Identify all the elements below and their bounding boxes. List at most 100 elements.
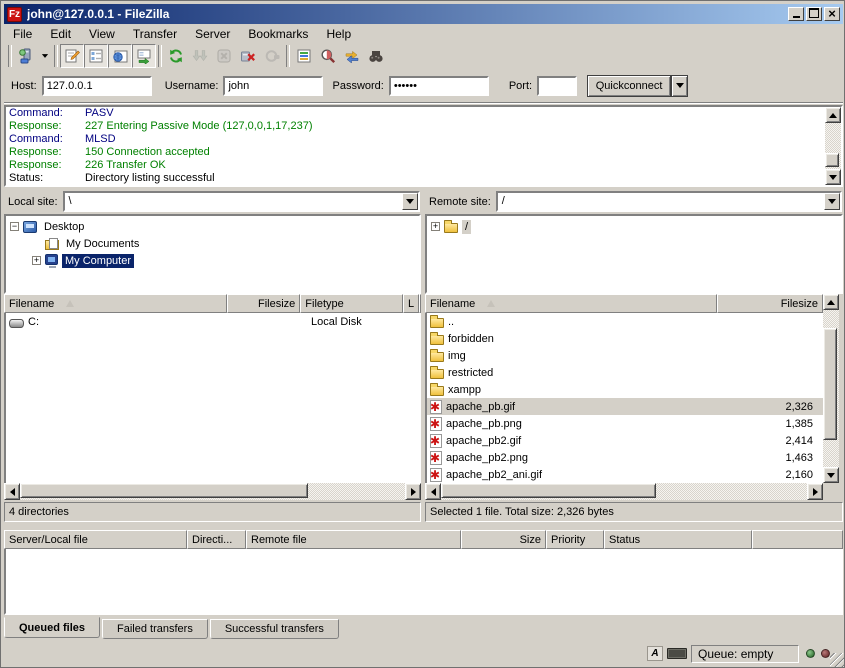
queue-tab[interactable]: Queued files [4, 617, 100, 638]
local-list-header: Filename Filesize Filetype L [4, 294, 421, 313]
cancel-operation-button[interactable] [212, 44, 236, 68]
port-input[interactable] [537, 76, 577, 96]
file-row[interactable]: forbidden [427, 330, 823, 347]
toggle-transfer-queue-button[interactable] [132, 44, 156, 68]
tree-item-root[interactable]: + / [431, 218, 841, 235]
column-header[interactable]: L [403, 294, 419, 313]
scroll-left-button[interactable] [4, 483, 20, 500]
file-row[interactable]: apache_pb2.png 1,463 [427, 449, 823, 466]
scroll-down-button[interactable] [823, 467, 839, 483]
find-files-button[interactable] [364, 44, 388, 68]
log-line: Response: 227 Entering Passive Mode (127… [6, 120, 823, 133]
reconnect-button[interactable] [260, 44, 284, 68]
scroll-up-button[interactable] [823, 294, 839, 310]
find-files-icon [368, 48, 384, 64]
site-manager-button[interactable] [14, 44, 38, 68]
column-header[interactable]: Server/Local file [4, 530, 187, 549]
column-header[interactable]: Directi... [187, 530, 246, 549]
remote-list-hscrollbar[interactable] [425, 483, 823, 500]
tree-expand-icon[interactable]: + [32, 256, 41, 265]
tree-item-my-computer[interactable]: + My Computer [10, 252, 419, 269]
menu-item[interactable]: Transfer [124, 25, 186, 43]
file-row[interactable]: apache_pb2_ani.gif 2,160 [427, 466, 823, 483]
column-header[interactable]: Size [461, 530, 546, 549]
toggle-remote-tree-button[interactable] [108, 44, 132, 68]
tree-item-desktop[interactable]: − Desktop [10, 218, 419, 235]
data-type-indicator-icon [647, 646, 663, 661]
file-row[interactable]: apache_pb.png 1,385 [427, 415, 823, 432]
menu-item[interactable]: View [80, 25, 124, 43]
scrollbar-thumb[interactable] [823, 328, 837, 440]
scroll-left-button[interactable] [425, 483, 441, 500]
menu-item[interactable]: Bookmarks [239, 25, 317, 43]
tree-item-my-documents[interactable]: My Documents [10, 235, 419, 252]
scroll-right-button[interactable] [405, 483, 421, 500]
column-header[interactable]: Filesize [227, 294, 300, 313]
folder-icon [430, 386, 444, 396]
host-input[interactable] [42, 76, 152, 96]
log-scrollbar[interactable] [825, 107, 841, 185]
image-file-icon [430, 417, 442, 431]
sort-ascending-icon [487, 300, 495, 307]
refresh-button[interactable] [164, 44, 188, 68]
file-row[interactable]: apache_pb.gif 2,326 [427, 398, 823, 415]
password-input[interactable] [389, 76, 489, 96]
folder-icon [430, 369, 444, 379]
resize-grip[interactable] [830, 653, 844, 667]
disconnect-button[interactable] [236, 44, 260, 68]
quickconnect-dropdown-button[interactable] [671, 75, 688, 97]
file-row[interactable]: img [427, 347, 823, 364]
file-row[interactable]: apache_pb2.gif 2,414 [427, 432, 823, 449]
chevron-down-icon [40, 51, 50, 61]
username-input[interactable] [223, 76, 323, 96]
column-header[interactable]: Filename [4, 294, 227, 313]
column-header[interactable]: Filetype [300, 294, 403, 313]
remote-list-scrollbar[interactable] [823, 294, 839, 483]
remote-site-combobox[interactable]: / [496, 191, 842, 212]
desktop-icon [23, 221, 37, 233]
close-button[interactable] [824, 7, 840, 21]
file-row[interactable]: xampp [427, 381, 823, 398]
scrollbar-thumb[interactable] [825, 153, 839, 167]
toggle-message-log-button[interactable] [60, 44, 84, 68]
file-row[interactable]: restricted [427, 364, 823, 381]
tree-expand-icon[interactable]: + [431, 222, 440, 231]
minimize-button[interactable] [788, 7, 804, 21]
site-manager-dropdown-button[interactable] [38, 44, 52, 68]
quickconnect-button[interactable]: Quickconnect [587, 75, 671, 97]
menu-item[interactable]: Server [186, 25, 239, 43]
maximize-button[interactable] [806, 7, 822, 21]
scrollbar-thumb[interactable] [441, 483, 656, 498]
column-header[interactable]: Filesize [717, 294, 823, 313]
column-header[interactable]: Remote file [246, 530, 461, 549]
file-row[interactable]: C: Local Disk [6, 313, 419, 330]
queue-tab[interactable]: Failed transfers [102, 619, 208, 639]
column-header[interactable]: Status [604, 530, 752, 549]
local-site-combobox[interactable]: \ [63, 191, 420, 212]
remote-status-text: Selected 1 file. Total size: 2,326 bytes [425, 502, 843, 522]
menu-item[interactable]: Help [317, 25, 360, 43]
scrollbar-thumb[interactable] [20, 483, 308, 498]
process-queue-button[interactable] [188, 44, 212, 68]
file-row[interactable]: .. [427, 313, 823, 330]
toggle-local-tree-button[interactable] [84, 44, 108, 68]
scroll-down-button[interactable] [825, 169, 841, 185]
scroll-up-button[interactable] [825, 107, 841, 123]
image-file-icon [430, 400, 442, 414]
menu-item[interactable]: Edit [41, 25, 80, 43]
column-header[interactable]: Priority [546, 530, 604, 549]
scroll-right-button[interactable] [807, 483, 823, 500]
synchronized-browsing-button[interactable] [340, 44, 364, 68]
log-line: Status: Directory listing successful [6, 172, 823, 185]
combo-dropdown-button[interactable] [402, 193, 418, 210]
directory-comparison-button[interactable] [316, 44, 340, 68]
tree-collapse-icon[interactable]: − [10, 222, 19, 231]
local-list-hscrollbar[interactable] [4, 483, 421, 500]
column-header[interactable]: Filename [425, 294, 717, 313]
queue-tab[interactable]: Successful transfers [210, 619, 339, 639]
combo-dropdown-button[interactable] [824, 193, 840, 210]
menu-item[interactable]: File [4, 25, 41, 43]
log-line: Response: 150 Connection accepted [6, 146, 823, 159]
filter-button[interactable] [292, 44, 316, 68]
message-log: Command: PASV Response: 227 Entering Pas… [4, 105, 843, 187]
